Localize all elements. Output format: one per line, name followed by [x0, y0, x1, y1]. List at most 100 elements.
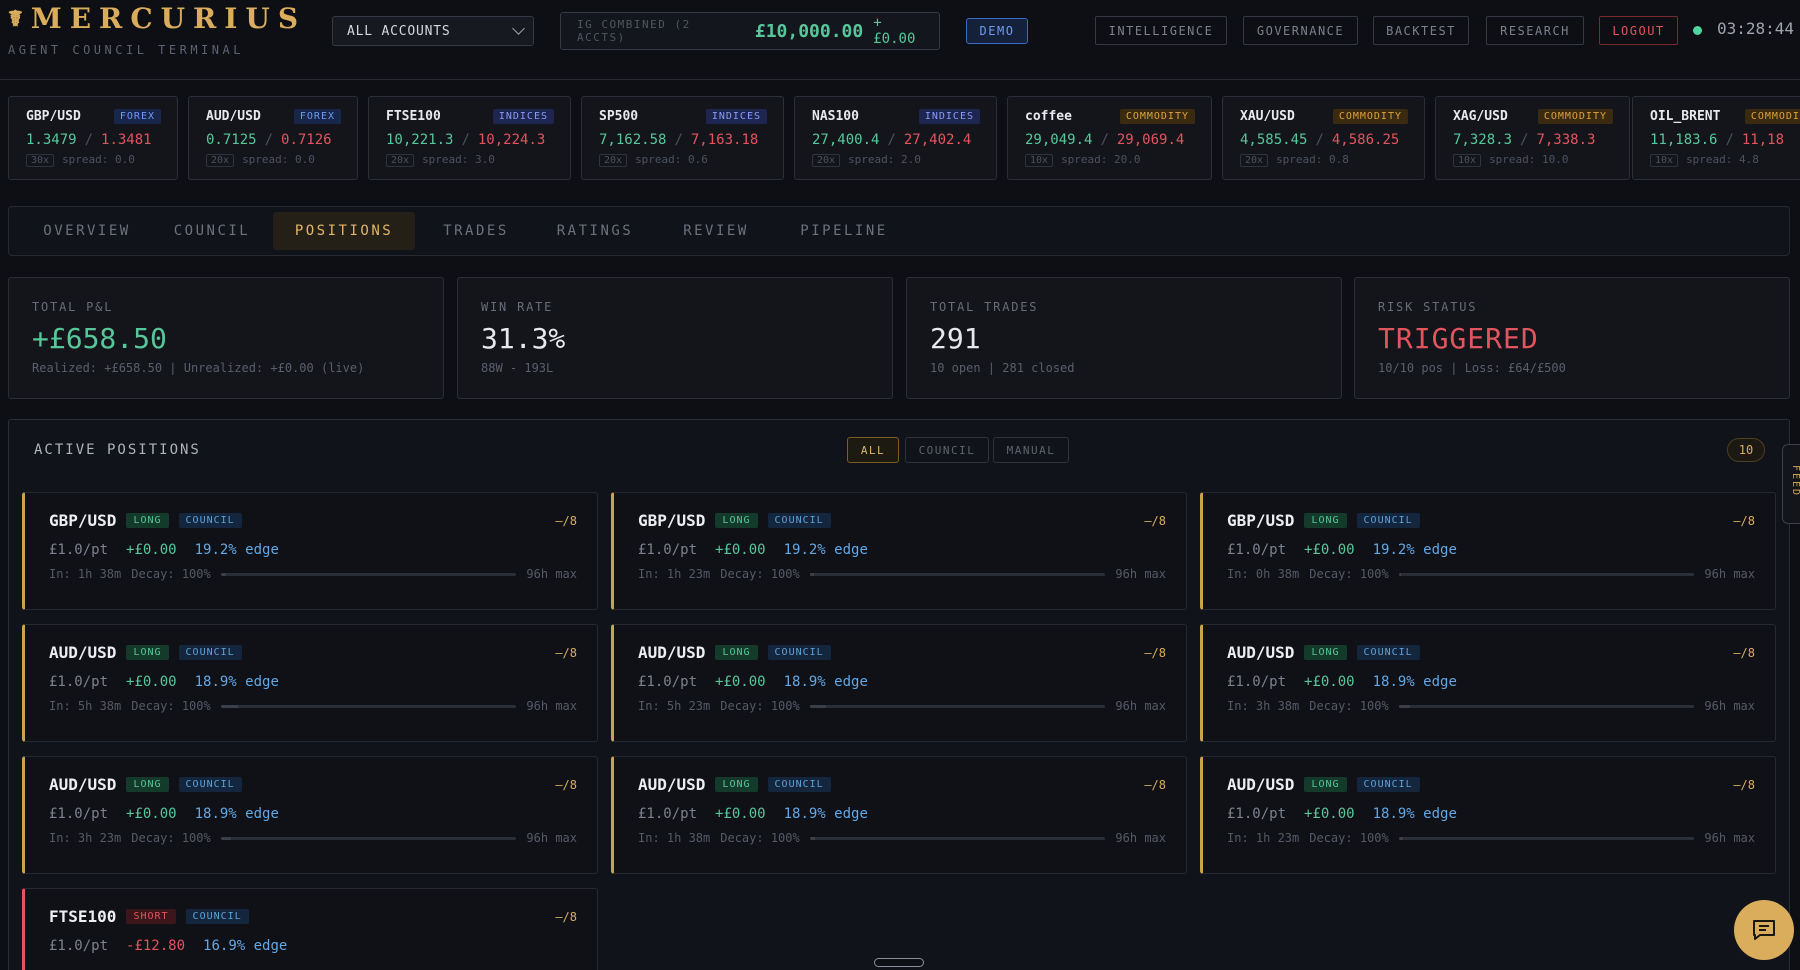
stat-label: TOTAL TRADES: [930, 300, 1039, 314]
tab-council[interactable]: COUNCIL: [157, 212, 267, 250]
position-size: £1.0/pt: [638, 806, 698, 822]
leverage-badge: 10x: [1025, 154, 1054, 167]
leverage-badge: 20x: [386, 154, 415, 167]
position-pnl: +£0.00: [126, 674, 177, 690]
source-tag: COUNCIL: [178, 645, 242, 660]
logout-button[interactable]: LOGOUT: [1599, 16, 1678, 45]
ticker-card[interactable]: NAS100 INDICES 27,400.4/27,402.4 20x sprea…: [794, 96, 997, 180]
intelligence-button[interactable]: INTELLIGENCE: [1095, 16, 1227, 45]
ticker-symbol: OIL_BRENT: [1650, 109, 1721, 124]
position-card[interactable]: GBP/USD LONG COUNCIL —/8 £1.0/pt +£0.00 19.2% …: [22, 492, 598, 610]
leverage-badge: 20x: [206, 154, 235, 167]
tab-ratings[interactable]: RATINGS: [537, 212, 653, 250]
source-tag: COUNCIL: [1356, 513, 1420, 528]
council-score: —/8: [555, 513, 577, 528]
ticker-symbol: GBP/USD: [26, 109, 81, 124]
research-button[interactable]: RESEARCH: [1486, 16, 1584, 45]
position-card[interactable]: AUD/USD LONG COUNCIL —/8 £1.0/pt +£0.00 18.9% …: [1200, 756, 1776, 874]
asset-type-badge: COMMODITY: [1744, 109, 1800, 124]
leverage-badge: 10x: [1650, 154, 1679, 167]
chat-button[interactable]: [1734, 900, 1794, 960]
spread: spread: 3.0: [422, 153, 495, 166]
scroll-handle[interactable]: [874, 958, 924, 967]
source-tag: COUNCIL: [1356, 777, 1420, 792]
position-card[interactable]: AUD/USD LONG COUNCIL —/8 £1.0/pt +£0.00 18.9% …: [1200, 624, 1776, 742]
tab-trades[interactable]: TRADES: [425, 212, 527, 250]
account-select-value: ALL ACCOUNTS: [347, 23, 451, 39]
position-symbol: AUD/USD: [49, 643, 117, 662]
position-pnl: +£0.00: [126, 806, 177, 822]
ticker-card[interactable]: AUD/USD FOREX 0.7125/0.7126 20x spread: 0.…: [188, 96, 358, 180]
balance-amount: £10,000.00: [754, 20, 864, 42]
ticker-card[interactable]: XAG/USD COMMODITY 7,328.3/7,338.3 10x spre…: [1435, 96, 1630, 180]
position-size: £1.0/pt: [49, 806, 109, 822]
demo-mode-badge[interactable]: DEMO: [966, 18, 1028, 44]
hold-time-bar-fill: [220, 704, 239, 708]
tab-overview[interactable]: OVERVIEW: [27, 212, 147, 250]
position-age: In: 1h 38m: [638, 831, 711, 845]
tab-pipeline[interactable]: PIPELINE: [779, 212, 909, 250]
position-age: In: 5h 23m: [638, 699, 711, 713]
ticker-symbol: FTSE100: [386, 109, 441, 124]
direction-tag: SHORT: [126, 909, 176, 924]
stat-label: TOTAL P&L: [32, 300, 114, 314]
tab-review[interactable]: REVIEW: [663, 212, 769, 250]
account-select[interactable]: ALL ACCOUNTS: [332, 16, 534, 46]
ticker-card[interactable]: SP500 INDICES 7,162.58/7,163.18 20x spread…: [581, 96, 784, 180]
max-hold: 96h max: [1115, 699, 1166, 713]
direction-tag: LONG: [1304, 777, 1347, 792]
leverage-badge: 20x: [812, 154, 841, 167]
position-card[interactable]: AUD/USD LONG COUNCIL —/8 £1.0/pt +£0.00 18.9% …: [22, 756, 598, 874]
filter-all[interactable]: ALL: [847, 437, 899, 463]
max-hold: 96h max: [1704, 831, 1755, 845]
position-symbol: AUD/USD: [638, 775, 706, 794]
position-card[interactable]: AUD/USD LONG COUNCIL —/8 £1.0/pt +£0.00 18.9% …: [22, 624, 598, 742]
ticker-card[interactable]: coffee COMMODITY 29,049.4/29,069.4 10x spr…: [1007, 96, 1212, 180]
total-pnl-card: TOTAL P&L +£658.50 Realized: +£658.50 | …: [8, 277, 444, 399]
source-tag: COUNCIL: [767, 777, 831, 792]
spread: spread: 4.8: [1686, 153, 1759, 166]
ticker-symbol: AUD/USD: [206, 109, 261, 124]
asset-type-badge: COMMODITY: [1537, 109, 1613, 124]
direction-tag: LONG: [1304, 645, 1347, 660]
filter-manual[interactable]: MANUAL: [993, 437, 1069, 463]
position-decay: Decay: 100%: [720, 831, 800, 845]
hold-time-bar: [220, 572, 517, 576]
ticker-card[interactable]: FTSE100 INDICES 10,221.3/10,224.3 20x spre…: [368, 96, 571, 180]
ask-price: 4,586.25: [1331, 132, 1400, 148]
asset-type-badge: INDICES: [492, 109, 554, 124]
position-size: £1.0/pt: [1227, 674, 1287, 690]
position-card[interactable]: FTSE100 SHORT COUNCIL —/8 £1.0/pt -£12.80 16.9…: [22, 888, 598, 970]
position-card[interactable]: AUD/USD LONG COUNCIL —/8 £1.0/pt +£0.00 18.9% …: [611, 756, 1187, 874]
spread: spread: 0.0: [62, 153, 135, 166]
position-symbol: AUD/USD: [1227, 775, 1295, 794]
position-pnl: +£0.00: [1304, 542, 1355, 558]
hold-time-bar: [220, 836, 517, 840]
win-rate-card: WIN RATE 31.3% 88W - 193L: [457, 277, 893, 399]
ask-price: 11,18: [1741, 132, 1785, 148]
position-edge: 18.9% edge: [1372, 674, 1457, 690]
leverage-badge: 20x: [1240, 154, 1269, 167]
tab-positions[interactable]: POSITIONS: [273, 212, 415, 250]
position-pnl: +£0.00: [715, 542, 766, 558]
leverage-badge: 20x: [599, 154, 628, 167]
ticker-card[interactable]: GBP/USD FOREX 1.3479/1.3481 30x spread: 0.…: [8, 96, 178, 180]
governance-button[interactable]: GOVERNANCE: [1243, 16, 1358, 45]
ticker-card[interactable]: XAU/USD COMMODITY 4,585.45/4,586.25 20x sp…: [1222, 96, 1425, 180]
bid-price: 0.7125: [206, 132, 257, 148]
ask-price: 27,402.4: [903, 132, 972, 148]
ticker-card[interactable]: OIL_BRENTCOMMODITY 11,183.6/11,18 10xspr…: [1632, 96, 1800, 180]
stat-value: TRIGGERED: [1378, 322, 1539, 355]
feed-side-tab[interactable]: FEED: [1782, 444, 1800, 524]
position-card[interactable]: GBP/USD LONG COUNCIL —/8 £1.0/pt +£0.00 19.2% …: [1200, 492, 1776, 610]
position-card[interactable]: AUD/USD LONG COUNCIL —/8 £1.0/pt +£0.00 18.9% …: [611, 624, 1187, 742]
asset-type-badge: FOREX: [113, 109, 161, 124]
max-hold: 96h max: [1115, 831, 1166, 845]
filter-council[interactable]: COUNCIL: [905, 437, 989, 463]
ask-price: 7,163.18: [690, 132, 759, 148]
spread: spread: 0.6: [635, 153, 708, 166]
position-decay: Decay: 100%: [1309, 567, 1389, 581]
backtest-button[interactable]: BACKTEST: [1373, 16, 1469, 45]
council-score: —/8: [1144, 777, 1166, 792]
position-card[interactable]: GBP/USD LONG COUNCIL —/8 £1.0/pt +£0.00 19.2% …: [611, 492, 1187, 610]
